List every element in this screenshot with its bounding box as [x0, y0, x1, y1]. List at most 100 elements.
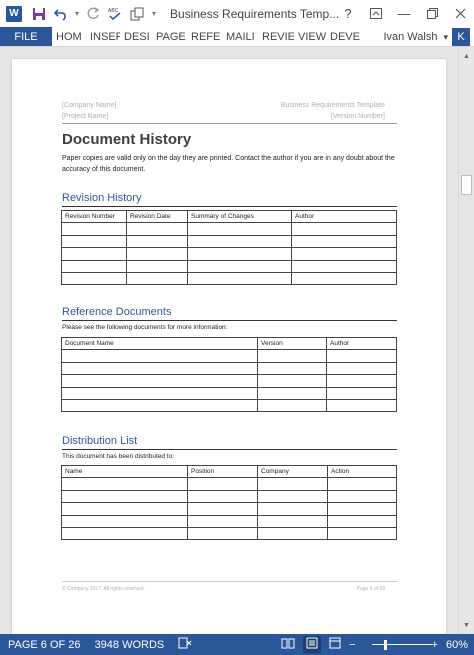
page-header-right: Business Requirements Template [Version … [281, 100, 385, 122]
undo-dropdown-icon[interactable]: ▾ [72, 0, 82, 27]
customize-toolbar-icon[interactable]: ▾ [148, 0, 160, 27]
column-header: Author [291, 209, 397, 224]
tab-file[interactable]: FILE [0, 27, 52, 46]
read-mode-icon[interactable] [281, 637, 295, 652]
distribution-note: This document has been distributed to: [62, 453, 175, 460]
column-header: Revision Number [61, 209, 127, 224]
table-row[interactable] [61, 374, 397, 388]
svg-text:ABC: ABC [108, 8, 119, 14]
avatar[interactable]: K [452, 28, 470, 46]
zoom-in-button[interactable]: + [432, 639, 438, 651]
footer-copyright: © Company 2017. All rights reserved. [62, 586, 145, 592]
zoom-level[interactable]: 60% [446, 639, 468, 651]
column-header: Action [327, 464, 397, 479]
title-bar: W ▾ ABC ▾ Business Requirements Temp... … [0, 0, 474, 27]
tab-design[interactable]: DESI [120, 27, 152, 46]
page-count[interactable]: PAGE 6 OF 26 [8, 639, 81, 651]
document-page[interactable]: [Company Name] [Project Name] Business R… [12, 59, 446, 649]
distribution-list-heading: Distribution List [62, 435, 138, 447]
reference-documents-rule [62, 320, 397, 321]
user-account[interactable]: Ivan Walsh ▾ [383, 27, 448, 47]
zoom-slider-thumb[interactable] [383, 639, 387, 650]
table-row[interactable] [61, 386, 397, 400]
table-row[interactable] [61, 477, 397, 491]
intro-text: Paper copies are valid only on the day t… [62, 155, 395, 173]
revision-history-heading: Revision History [62, 192, 142, 204]
undo-icon[interactable] [50, 0, 72, 27]
column-header: Name [61, 464, 188, 479]
scrollbar-thumb[interactable] [461, 175, 472, 195]
tab-insert[interactable]: INSER [86, 27, 120, 46]
document-area: [Company Name] [Project Name] Business R… [0, 47, 458, 649]
redo-icon[interactable] [82, 0, 104, 27]
vertical-scrollbar[interactable]: ▲ ▼ [458, 47, 474, 634]
table-row[interactable] [61, 234, 397, 249]
page-title: Document History [62, 131, 192, 148]
version-number-placeholder: [Version Number] [330, 113, 385, 120]
restore-icon[interactable] [418, 0, 446, 27]
reference-note: Please see the following documents for m… [62, 324, 228, 331]
tab-page-layout[interactable]: PAGE [152, 27, 187, 46]
copy-format-icon[interactable] [126, 0, 148, 27]
status-bar: PAGE 6 OF 26 3948 WORDS − + 60% [0, 634, 474, 655]
tab-home[interactable]: HOM [52, 27, 86, 46]
reference-documents-heading: Reference Documents [62, 306, 172, 318]
chevron-down-icon: ▾ [443, 31, 448, 42]
zoom-out-button[interactable]: − [349, 639, 355, 651]
table-header-row: Document Name Version Author [61, 336, 397, 351]
tab-references[interactable]: REFE [187, 27, 222, 46]
ribbon-display-options-icon[interactable] [362, 0, 390, 27]
footer-page-number: Page 6 of 26 [356, 586, 385, 592]
scroll-up-icon[interactable]: ▲ [459, 49, 474, 63]
tab-developer[interactable]: DEVE [326, 27, 360, 46]
page-header-left: [Company Name] [Project Name] [62, 100, 116, 122]
footer-divider [62, 581, 397, 582]
table-row[interactable] [61, 514, 397, 528]
table-row[interactable] [61, 526, 397, 541]
table-header-row: Revision Number Revision Date Summary of… [61, 209, 397, 224]
table-row[interactable] [61, 271, 397, 286]
table-row[interactable] [61, 489, 397, 504]
column-header: Revision Date [126, 209, 188, 224]
reference-documents-table[interactable]: Document Name Version Author [61, 336, 397, 413]
tab-mailings[interactable]: MAILI [222, 27, 258, 46]
table-row[interactable] [61, 247, 397, 261]
table-row[interactable] [61, 349, 397, 363]
print-layout-icon[interactable] [303, 636, 322, 653]
document-title: Business Requirements Temp... [170, 6, 340, 21]
column-header: Summary of Changes [187, 209, 292, 224]
web-layout-icon[interactable] [329, 637, 341, 652]
table-row[interactable] [61, 502, 397, 516]
word-window: W ▾ ABC ▾ Business Requirements Temp... … [0, 0, 474, 655]
table-row[interactable] [61, 398, 397, 413]
column-header: Position [187, 464, 258, 479]
table-row[interactable] [61, 222, 397, 236]
close-icon[interactable] [446, 0, 474, 27]
scroll-down-icon[interactable]: ▼ [459, 618, 474, 632]
help-button[interactable]: ? [334, 0, 362, 27]
revision-history-table[interactable]: Revision Number Revision Date Summary of… [61, 209, 397, 286]
word-count[interactable]: 3948 WORDS [95, 639, 165, 651]
zoom-slider[interactable] [364, 639, 432, 650]
table-row[interactable] [61, 361, 397, 376]
table-header-row: Name Position Company Action [61, 464, 397, 479]
revision-history-rule [62, 206, 397, 207]
column-header: Version [257, 336, 327, 351]
header-divider [62, 123, 397, 124]
table-row[interactable] [61, 259, 397, 273]
user-name: Ivan Walsh [383, 31, 438, 43]
tab-view[interactable]: VIEW [294, 27, 326, 46]
company-name-placeholder: [Company Name] [62, 102, 117, 109]
column-header: Author [326, 336, 397, 351]
distribution-list-table[interactable]: Name Position Company Action [61, 464, 397, 541]
word-app-icon[interactable]: W [0, 0, 22, 27]
tab-review[interactable]: REVIE [258, 27, 294, 46]
template-name: Business Requirements Template [280, 102, 385, 109]
column-header: Document Name [61, 336, 258, 351]
minimize-button[interactable]: — [390, 0, 418, 27]
spelling-check-icon[interactable]: ABC [104, 0, 126, 27]
ribbon-tabs: FILE HOM INSER DESI PAGE REFE MAILI REVI… [0, 27, 474, 47]
save-icon[interactable] [28, 0, 50, 27]
distribution-list-rule [62, 449, 397, 450]
proofing-icon[interactable] [178, 637, 192, 652]
